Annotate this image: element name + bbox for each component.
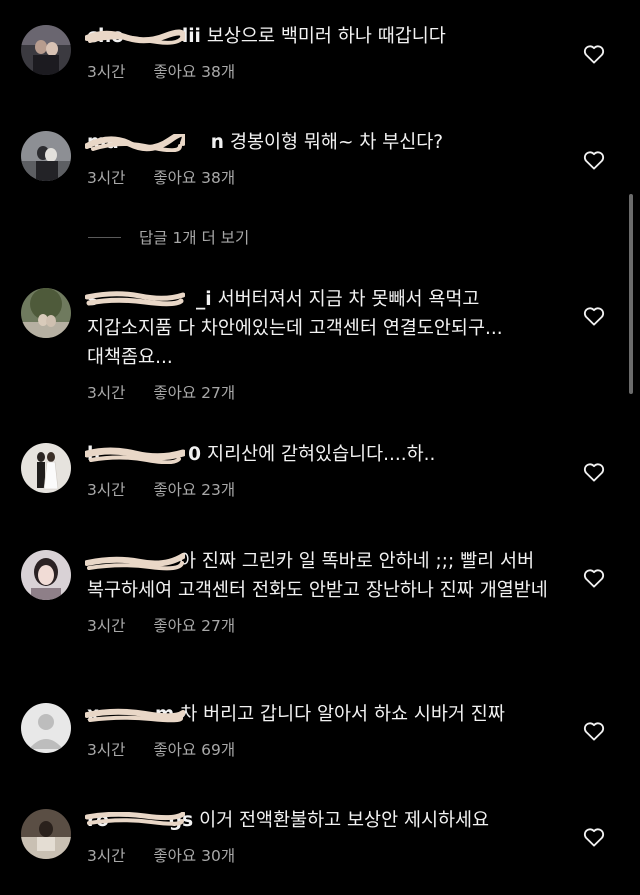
avatar-photo-icon	[21, 25, 71, 75]
heart-outline-icon[interactable]	[583, 827, 605, 847]
heart-outline-icon[interactable]	[583, 44, 605, 64]
comment-5-meta: 3시간 좋아요 27개	[87, 614, 557, 636]
comment-time: 3시간	[87, 847, 126, 865]
comment-time: 3시간	[87, 617, 126, 635]
comment-time: 3시간	[87, 741, 126, 759]
comment-4-avatar[interactable]	[21, 443, 71, 493]
default-avatar-icon	[21, 703, 71, 753]
comment-4-text: h0 지리산에 갇혀있습니다....하..	[85, 440, 557, 469]
comment-likes[interactable]: 좋아요 27개	[153, 614, 235, 636]
comment-5-username[interactable]	[85, 547, 185, 576]
comment-7-username[interactable]: ro gs	[85, 806, 193, 835]
comment-6-avatar[interactable]	[21, 703, 71, 753]
comment-6-username[interactable]: xm	[85, 700, 185, 729]
comment-7-avatar[interactable]	[21, 809, 71, 859]
comment-likes[interactable]: 좋아요 69개	[153, 738, 235, 760]
avatar-photo-icon	[21, 131, 71, 181]
avatar-photo-icon	[21, 550, 71, 600]
replies-divider	[88, 236, 121, 238]
comment-2-meta: 3시간 좋아요 38개	[87, 166, 557, 188]
comment-6-text: xm 차 버리고 갑니다 알아서 하쇼 시바거 진짜	[85, 700, 557, 729]
heart-outline-icon[interactable]	[583, 462, 605, 482]
comment-7-text: ro gs 이거 전액환불하고 보상안 제시하세요	[85, 806, 557, 835]
redaction-scribble	[85, 553, 185, 571]
comment-1-username[interactable]: cho lii	[85, 22, 201, 51]
comment-4-meta: 3시간 좋아요 23개	[87, 478, 557, 500]
comment-7-meta: 3시간 좋아요 30개	[87, 844, 557, 866]
comment-2-text: ma n 경봉이형 뭐해~ 차 부신다?	[85, 128, 557, 157]
comment-time: 3시간	[87, 384, 126, 402]
view-replies-label: 답글 1개 더 보기	[139, 229, 250, 247]
avatar-photo-icon	[21, 443, 71, 493]
comment-3-meta: 3시간 좋아요 27개	[87, 381, 557, 403]
comment-time: 3시간	[87, 481, 126, 499]
heart-outline-icon[interactable]	[583, 721, 605, 741]
heart-outline-icon[interactable]	[583, 568, 605, 588]
heart-outline-icon[interactable]	[583, 306, 605, 326]
comment-6-meta: 3시간 좋아요 69개	[87, 738, 557, 760]
comment-4-username[interactable]: h0	[85, 440, 201, 469]
comment-5-avatar[interactable]	[21, 550, 71, 600]
comment-2-avatar[interactable]	[21, 131, 71, 181]
comment-5-text: 아 진짜 그린카 일 똑바로 안하네 ;;; 빨리 서버 복구하세여 고객센터 …	[85, 547, 557, 605]
comment-likes[interactable]: 좋아요 30개	[153, 844, 235, 866]
scrollbar-thumb[interactable]	[629, 194, 633, 394]
comment-likes[interactable]: 좋아요 23개	[153, 478, 235, 500]
comment-1-avatar[interactable]	[21, 25, 71, 75]
comment-3-username[interactable]: s _i	[85, 285, 212, 314]
comment-3-avatar[interactable]	[21, 288, 71, 338]
heart-outline-icon[interactable]	[583, 150, 605, 170]
view-replies-button[interactable]: 답글 1개 더 보기	[88, 226, 249, 248]
avatar-photo-icon	[21, 288, 71, 338]
comment-likes[interactable]: 좋아요 27개	[153, 381, 235, 403]
comment-1-text: cho lii 보상으로 백미러 하나 때갑니다	[85, 22, 557, 51]
comment-3-text: s _i 서버터져서 지금 차 못빼서 욕먹고 지갑소지품 다 차안에있는데 고객…	[85, 285, 557, 372]
redaction-scribble	[85, 291, 185, 307]
comment-likes[interactable]: 좋아요 38개	[153, 60, 235, 82]
comment-likes[interactable]: 좋아요 38개	[153, 166, 235, 188]
comment-1-meta: 3시간 좋아요 38개	[87, 60, 557, 82]
comment-2-username[interactable]: ma n	[85, 128, 224, 157]
comment-time: 3시간	[87, 63, 126, 81]
avatar-photo-icon	[21, 809, 71, 859]
comment-time: 3시간	[87, 169, 126, 187]
